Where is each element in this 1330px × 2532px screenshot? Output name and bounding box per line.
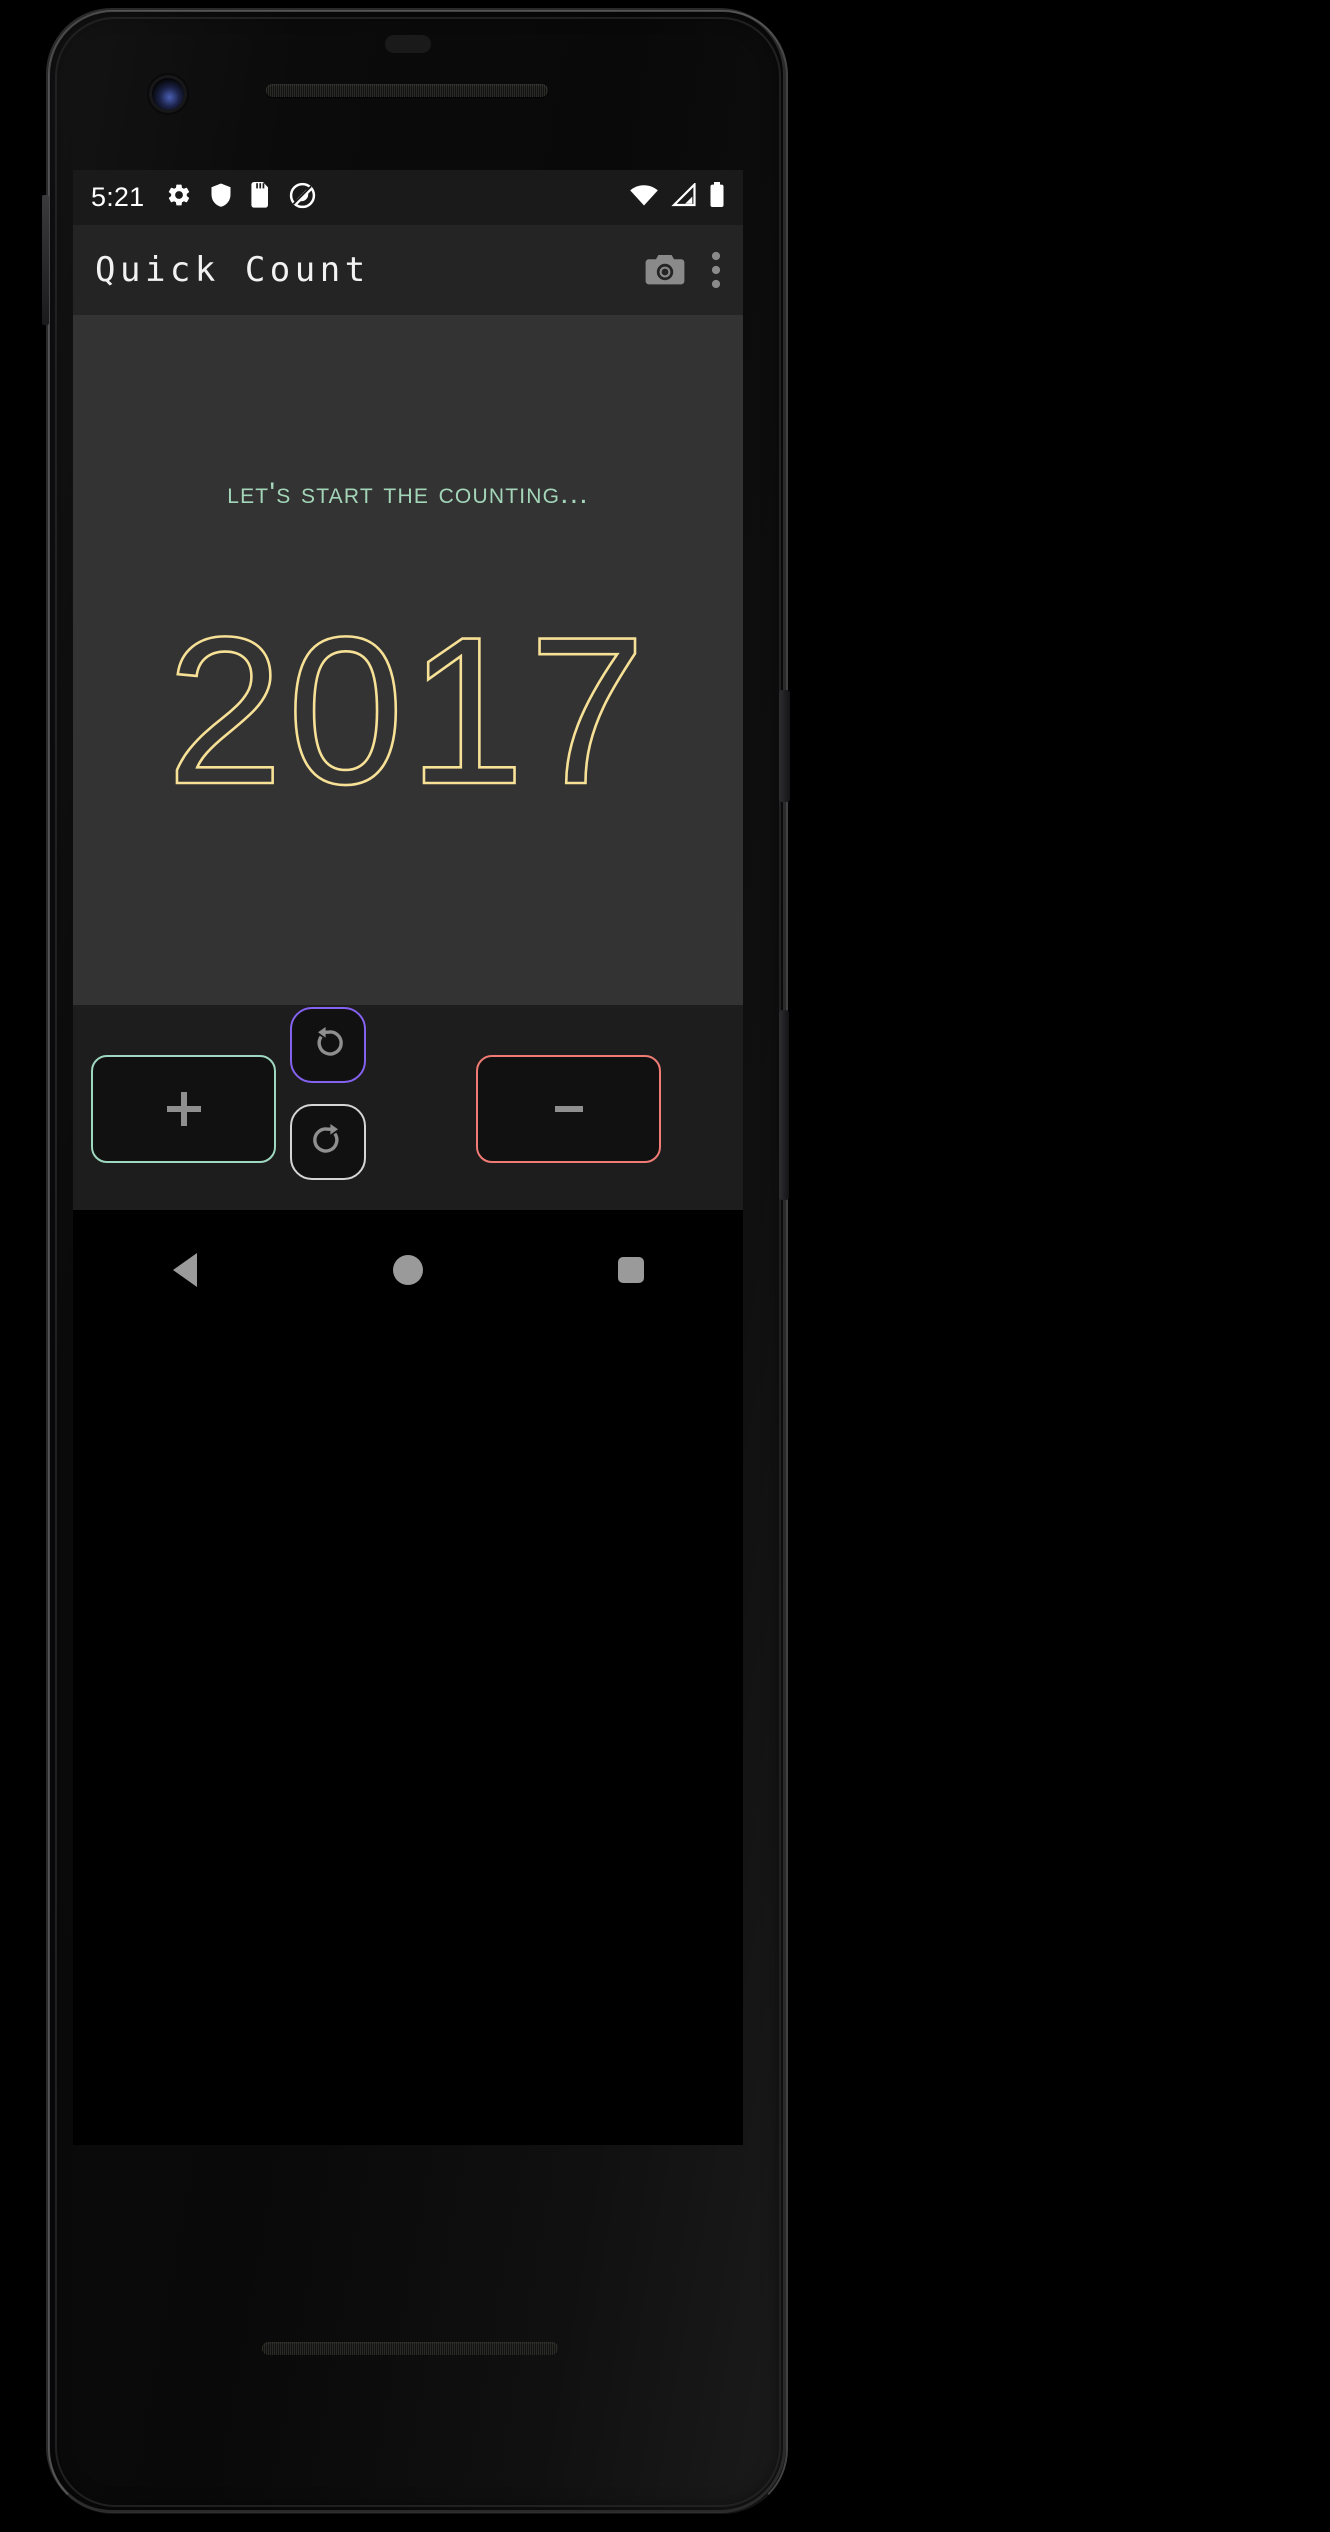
camera-icon[interactable] [645, 253, 685, 287]
nav-back-button[interactable] [125, 1210, 245, 1330]
page-title: Quick Count [95, 250, 370, 290]
recents-square-icon [618, 1257, 645, 1283]
plus-icon [166, 1092, 201, 1126]
device-stage: 5:21 Quick Count let's start the countin… [0, 0, 1330, 2532]
minus-icon [554, 1106, 583, 1112]
counter-display: 2017 [73, 615, 743, 825]
top-bezel-nub [385, 35, 431, 53]
app-bar: Quick Count [73, 225, 743, 315]
back-triangle-icon [172, 1253, 197, 1287]
undo-button[interactable] [290, 1007, 366, 1083]
wifi-icon [629, 183, 659, 212]
system-navigation-bar [73, 1210, 743, 1330]
app-bar-actions [645, 251, 721, 289]
power-button[interactable] [779, 690, 790, 802]
overflow-menu-icon[interactable] [711, 251, 721, 289]
redo-button[interactable] [290, 1104, 366, 1180]
earpiece-speaker [266, 84, 548, 97]
front-camera-lens [152, 78, 184, 110]
main-content: Let's start the counting... 2017 [73, 315, 743, 1005]
status-bar-right-icons [629, 181, 725, 213]
shield-icon [209, 182, 233, 213]
battery-icon [709, 182, 725, 213]
undo-icon [310, 1025, 346, 1066]
do-not-disturb-icon [289, 182, 316, 214]
hint-text: Let's start the counting... [227, 477, 589, 510]
redo-icon [310, 1122, 346, 1163]
nav-home-button[interactable] [348, 1210, 468, 1330]
increment-button[interactable] [91, 1055, 276, 1163]
status-bar-clock: 5:21 [91, 182, 145, 212]
gear-icon [166, 182, 192, 213]
sd-card-icon [250, 182, 272, 213]
home-circle-icon [392, 1255, 423, 1285]
control-panel [73, 1005, 743, 1210]
bottom-speaker-grille [262, 2342, 558, 2355]
volume-button[interactable] [779, 1010, 789, 1200]
phone-screen: 5:21 Quick Count let's start the countin… [73, 170, 743, 2145]
cellular-signal-icon [671, 181, 697, 212]
status-bar: 5:21 [73, 170, 743, 225]
svg-text:2017: 2017 [166, 615, 649, 825]
counter-value-outline: 2017 [165, 615, 649, 825]
sim-tray [42, 195, 49, 325]
nav-recents-button[interactable] [571, 1210, 691, 1330]
status-bar-left-icons [166, 182, 316, 214]
decrement-button[interactable] [476, 1055, 661, 1163]
